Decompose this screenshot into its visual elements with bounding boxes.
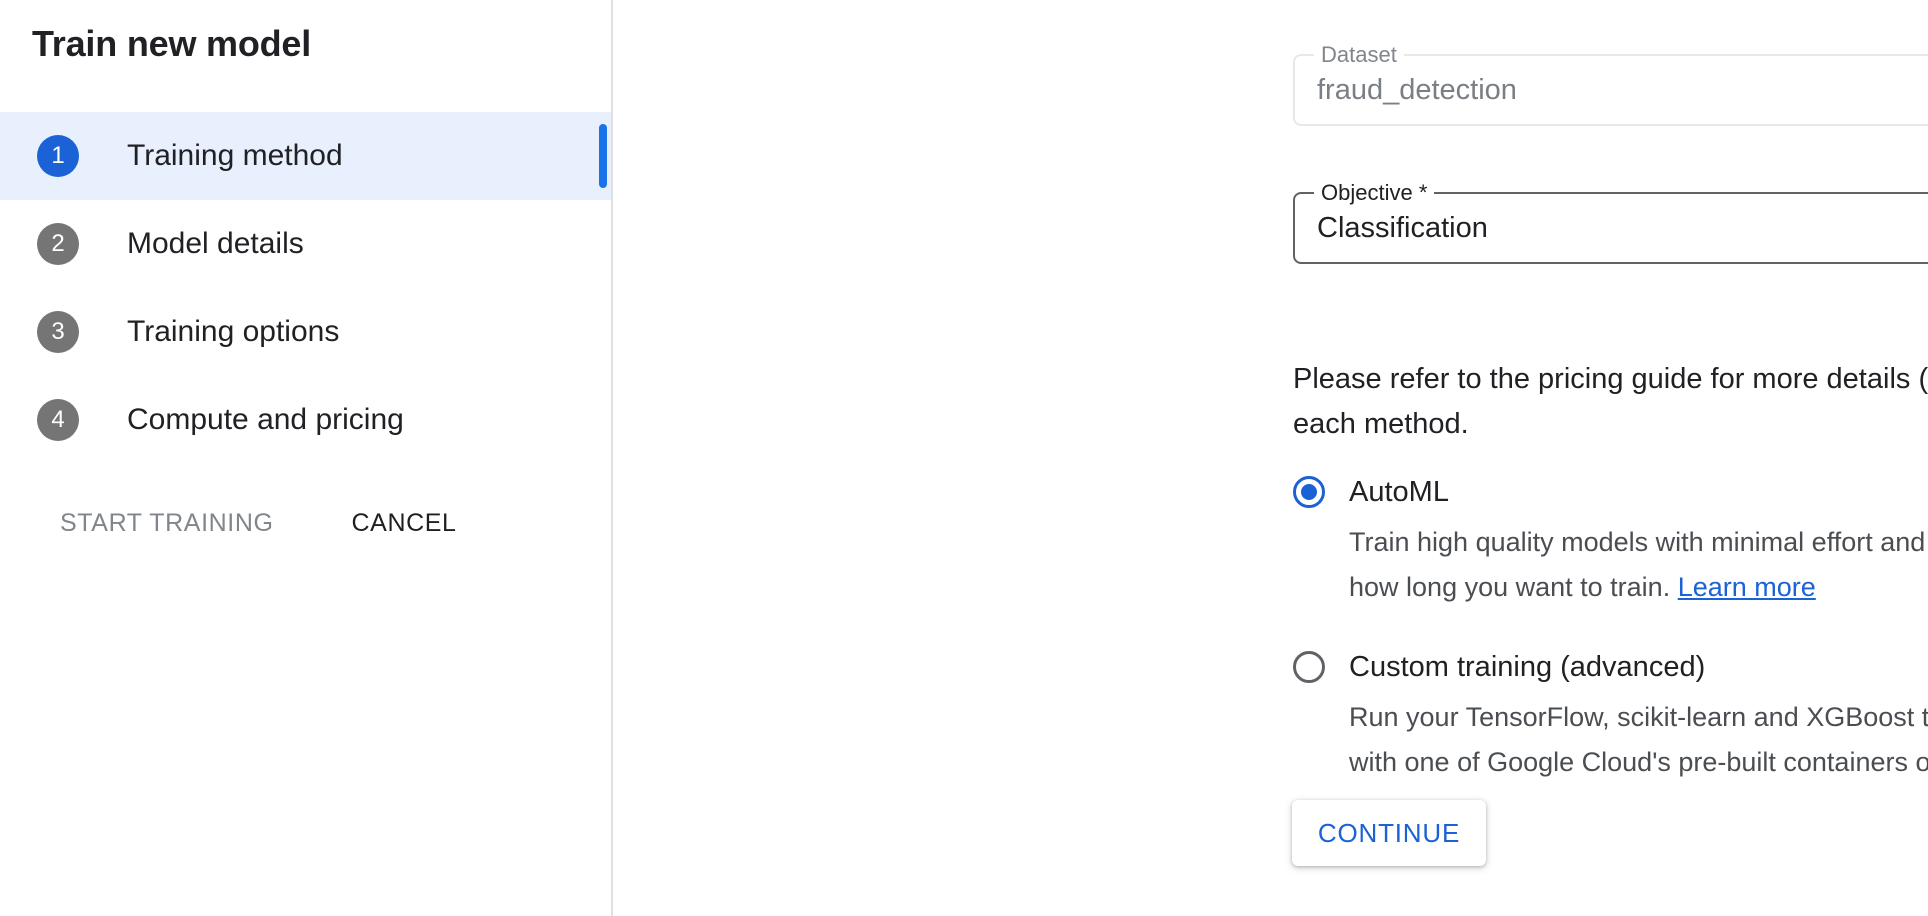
- step-label-training-options: Training options: [127, 314, 339, 350]
- dataset-label: Dataset: [1314, 41, 1404, 69]
- custom-training-description-text: Run your TensorFlow, scikit-learn and XG…: [1349, 702, 1928, 777]
- automl-radio-row[interactable]: AutoML: [1293, 472, 1928, 512]
- custom-training-title: Custom training (advanced): [1349, 649, 1705, 685]
- dataset-value: fraud_detection: [1317, 72, 1517, 108]
- step-label-training-method: Training method: [127, 138, 343, 174]
- cancel-button[interactable]: CANCEL: [352, 509, 457, 538]
- custom-training-radio-row[interactable]: Custom training (advanced): [1293, 647, 1928, 687]
- step-badge-4: 4: [37, 399, 79, 441]
- start-training-button[interactable]: START TRAINING: [60, 509, 274, 538]
- radio-automl[interactable]: [1293, 476, 1325, 508]
- training-method-option-automl[interactable]: AutoML Train high quality models with mi…: [1293, 472, 1928, 610]
- automl-learn-more-link[interactable]: Learn more: [1678, 572, 1816, 602]
- step-label-compute-and-pricing: Compute and pricing: [127, 402, 404, 438]
- sidebar-item-model-details[interactable]: 2 Model details: [0, 200, 611, 288]
- step-badge-2: 2: [37, 223, 79, 265]
- step-badge-1: 1: [37, 135, 79, 177]
- pricing-note: Please refer to the pricing guide for mo…: [1293, 357, 1928, 447]
- objective-value: Classification: [1317, 210, 1488, 246]
- objective-label: Objective *: [1314, 179, 1434, 207]
- radio-custom-training[interactable]: [1293, 651, 1325, 683]
- step-label-model-details: Model details: [127, 226, 304, 262]
- sidebar-action-bar: START TRAINING CANCEL: [0, 488, 611, 558]
- automl-description-text: Train high quality models with minimal e…: [1349, 527, 1928, 602]
- step-badge-3: 3: [37, 311, 79, 353]
- automl-title: AutoML: [1349, 474, 1449, 510]
- active-step-indicator: [599, 124, 607, 188]
- wizard-content-pane: Dataset fraud_detection ? Objective * Cl…: [613, 0, 1928, 916]
- custom-training-description: Run your TensorFlow, scikit-learn and XG…: [1349, 695, 1928, 785]
- train-new-model-wizard: Train new model 1 Training method 2 Mode…: [0, 0, 1928, 916]
- objective-select[interactable]: Objective * Classification: [1293, 192, 1928, 264]
- page-title: Train new model: [32, 20, 311, 68]
- sidebar-item-training-method[interactable]: 1 Training method: [0, 112, 611, 200]
- wizard-sidebar: Train new model 1 Training method 2 Mode…: [0, 0, 613, 916]
- continue-button[interactable]: CONTINUE: [1292, 800, 1486, 866]
- training-method-option-custom[interactable]: Custom training (advanced) Run your Tens…: [1293, 647, 1928, 785]
- automl-description: Train high quality models with minimal e…: [1349, 520, 1928, 610]
- sidebar-item-training-options[interactable]: 3 Training options: [0, 288, 611, 376]
- wizard-steps: 1 Training method 2 Model details 3 Trai…: [0, 112, 611, 464]
- sidebar-item-compute-and-pricing[interactable]: 4 Compute and pricing: [0, 376, 611, 464]
- dataset-select[interactable]: Dataset fraud_detection: [1293, 54, 1928, 126]
